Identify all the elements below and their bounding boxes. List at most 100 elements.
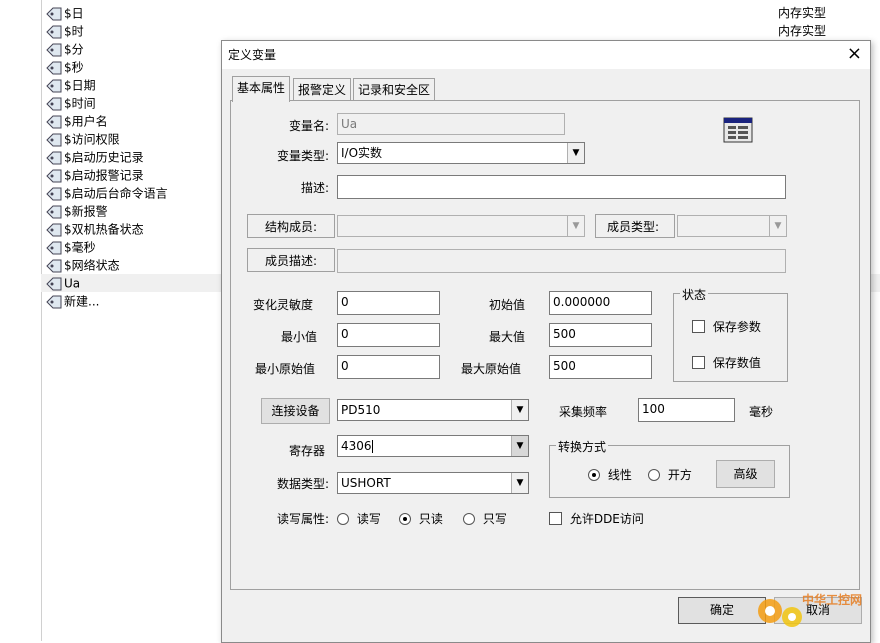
tab-alarm[interactable]: 报警定义 <box>293 78 352 101</box>
variable-list-item[interactable]: $启动报警记录 <box>46 166 144 184</box>
sensitivity-field[interactable]: 0 <box>337 291 440 315</box>
data-type-value: USHORT <box>341 476 391 490</box>
variable-list-item[interactable]: $毫秒 <box>46 238 96 256</box>
sample-freq-label: 采集频率 <box>559 405 608 419</box>
variable-list-label: $分 <box>64 42 84 57</box>
variable-type-column: 内存实型 内存实型 <box>778 4 826 40</box>
variable-list-label: $日 <box>64 6 84 21</box>
sqrt-radio[interactable]: 开方 <box>648 466 692 483</box>
save-values-checkbox[interactable]: 保存数值 <box>692 354 761 371</box>
convert-group: 转换方式 线性 开方 高级 <box>549 438 790 498</box>
rw-radio[interactable]: 读写 <box>337 510 381 527</box>
variable-tag-icon <box>46 115 62 128</box>
save-values-label: 保存数值 <box>712 356 761 370</box>
variable-list-label: Ua <box>64 276 81 291</box>
variable-tag-icon <box>46 79 62 92</box>
tab-panel-basic: 变量名: Ua 变量类型: I/O实数 ▼ 描述: 结构成员: ▼ 成员类型: … <box>230 100 860 590</box>
variable-tag-icon <box>46 295 62 308</box>
variable-list-label: $用户名 <box>64 114 108 129</box>
wo-radio[interactable]: 只写 <box>463 510 507 527</box>
variable-list-item[interactable]: $时 <box>46 22 84 40</box>
member-type-label: 成员类型: <box>607 220 660 234</box>
checkbox-icon[interactable] <box>692 320 705 333</box>
var-name-field[interactable]: Ua <box>337 113 565 135</box>
data-type-select[interactable]: USHORT ▼ <box>337 472 529 494</box>
state-group-title: 状态 <box>680 286 709 303</box>
variable-list-item[interactable]: $秒 <box>46 58 84 76</box>
variable-list-label: $访问权限 <box>64 132 120 147</box>
rw-attr-label: 读写属性: <box>277 512 330 526</box>
radio-icon[interactable] <box>588 468 600 481</box>
register-label: 寄存器 <box>289 444 326 458</box>
variable-tag-icon <box>46 25 62 38</box>
define-variable-dialog: 定义变量 × 基本属性 报警定义 记录和安全区 变量名: Ua 变量类型: I/… <box>221 40 871 643</box>
register-select[interactable]: 4306 ▼ <box>337 435 529 457</box>
rw-label: 读写 <box>356 512 381 526</box>
radio-icon[interactable] <box>463 512 475 525</box>
min-raw-field[interactable]: 0 <box>337 355 440 379</box>
checkbox-icon[interactable] <box>692 356 705 369</box>
radio-icon[interactable] <box>337 512 349 525</box>
variable-tag-icon <box>46 223 62 236</box>
wo-label: 只写 <box>482 512 507 526</box>
variable-list-item[interactable]: $双机热备状态 <box>46 220 144 238</box>
var-name-label: 变量名: <box>289 119 330 133</box>
tab-record-security[interactable]: 记录和安全区 <box>353 78 436 101</box>
chevron-down-icon[interactable]: ▼ <box>511 473 528 493</box>
variable-list-item[interactable]: Ua <box>46 274 80 292</box>
allow-dde-checkbox[interactable]: 允许DDE访问 <box>549 510 644 527</box>
checkbox-icon[interactable] <box>549 512 562 525</box>
variable-list-item[interactable]: $时间 <box>46 94 96 112</box>
connect-device-button[interactable]: 连接设备 <box>261 398 330 424</box>
radio-icon[interactable] <box>399 512 411 525</box>
variable-list-label: $双机热备状态 <box>64 222 144 237</box>
device-value: PD510 <box>341 403 381 417</box>
variable-properties-icon[interactable] <box>723 117 753 143</box>
variable-list-label: $日期 <box>64 78 96 93</box>
close-icon[interactable]: × <box>847 43 862 65</box>
variable-list-item[interactable]: 新建... <box>46 292 99 310</box>
variable-list-label: $时 <box>64 24 84 39</box>
variable-list-item[interactable]: $启动后台命令语言 <box>46 184 168 202</box>
watermark-logo: 中华工控网 <box>752 587 872 633</box>
variable-list-item[interactable]: $启动历史记录 <box>46 148 144 166</box>
ro-radio[interactable]: 只读 <box>399 510 443 527</box>
min-field[interactable]: 0 <box>337 323 440 347</box>
max-field[interactable]: 500 <box>549 323 652 347</box>
chevron-down-icon[interactable]: ▼ <box>511 400 528 420</box>
initial-field[interactable]: 0.000000 <box>549 291 652 315</box>
variable-list-item[interactable]: $新报警 <box>46 202 108 220</box>
variable-tag-icon <box>46 241 62 254</box>
min-raw-label: 最小原始值 <box>255 362 316 376</box>
chevron-down-icon[interactable]: ▼ <box>567 143 584 163</box>
variable-list-item[interactable]: $访问权限 <box>46 130 120 148</box>
type-cell: 内存实型 <box>778 6 827 20</box>
variable-list-label: $新报警 <box>64 204 108 219</box>
save-params-checkbox[interactable]: 保存参数 <box>692 318 761 335</box>
variable-list-item[interactable]: $用户名 <box>46 112 108 130</box>
variable-list-item[interactable]: $网络状态 <box>46 256 120 274</box>
linear-radio[interactable]: 线性 <box>588 466 632 483</box>
save-params-label: 保存参数 <box>712 320 761 334</box>
member-desc-label: 成员描述: <box>265 254 318 268</box>
variable-tag-icon <box>46 7 62 20</box>
variable-list-item[interactable]: $日期 <box>46 76 96 94</box>
state-group: 状态 保存参数 保存数值 <box>673 286 788 382</box>
chevron-down-icon[interactable]: ▼ <box>511 436 528 456</box>
device-select[interactable]: PD510 ▼ <box>337 399 529 421</box>
sample-freq-field[interactable]: 100 <box>638 398 735 422</box>
variable-list-item[interactable]: $日 <box>46 4 84 22</box>
max-raw-field[interactable]: 500 <box>549 355 652 379</box>
variable-list-item[interactable]: $分 <box>46 40 84 58</box>
linear-label: 线性 <box>607 468 632 482</box>
radio-icon[interactable] <box>648 468 660 481</box>
desc-field[interactable] <box>337 175 786 199</box>
variable-tag-icon <box>46 151 62 164</box>
initial-label: 初始值 <box>489 298 526 312</box>
var-type-select[interactable]: I/O实数 ▼ <box>337 142 585 164</box>
advanced-button[interactable]: 高级 <box>716 460 775 488</box>
struct-member-select: ▼ <box>337 215 585 237</box>
ro-label: 只读 <box>418 512 443 526</box>
tab-basic[interactable]: 基本属性 <box>232 76 291 102</box>
struct-member-label: 结构成员: <box>265 220 318 234</box>
